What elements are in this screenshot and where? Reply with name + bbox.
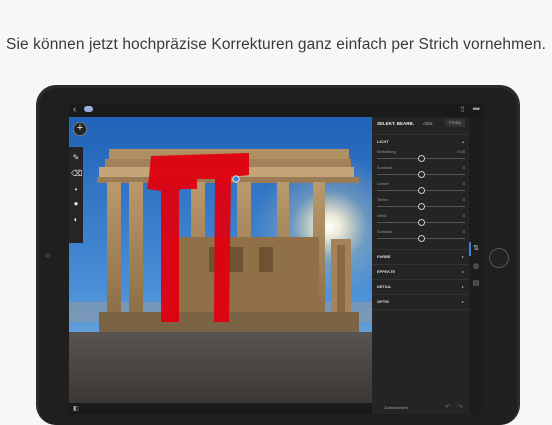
undo-icon[interactable]: ↶ bbox=[445, 403, 451, 411]
active-tool-indicator bbox=[469, 242, 471, 256]
chevron-right-icon[interactable]: ▸ bbox=[462, 269, 464, 274]
section-optics[interactable]: OPTIK bbox=[377, 299, 389, 304]
section-detail[interactable]: DETAIL bbox=[377, 284, 391, 289]
eraser-icon[interactable]: ⌫ bbox=[71, 169, 82, 179]
compare-icon[interactable]: ◧ bbox=[73, 405, 79, 412]
slider-label: Kontrast bbox=[377, 165, 392, 170]
slider-shadows[interactable]: Tiefen 0 bbox=[377, 197, 465, 213]
slider-knob[interactable] bbox=[418, 219, 425, 226]
redo-icon[interactable]: ↷ bbox=[457, 403, 463, 411]
cancel-button[interactable]: Abbr. bbox=[423, 121, 434, 126]
chevron-right-icon[interactable]: ▸ bbox=[462, 299, 464, 304]
panel-header: SELEKT. BEARB. Abbr. Fertig bbox=[372, 119, 469, 131]
slider-knob[interactable] bbox=[418, 235, 425, 242]
slider-value: 0 bbox=[462, 213, 465, 218]
brush-feather-icon[interactable]: ◐ bbox=[71, 215, 81, 225]
photo-image bbox=[69, 117, 372, 404]
sliders-icon[interactable]: ⇅ bbox=[472, 245, 480, 253]
slider-label: Schwarz bbox=[377, 229, 393, 234]
brush-size-small-icon[interactable]: • bbox=[71, 185, 81, 195]
slider-label: Belichtung bbox=[377, 149, 396, 154]
front-camera bbox=[45, 253, 50, 258]
reset-button[interactable]: Zurücksetzen bbox=[384, 405, 408, 410]
slider-contrast[interactable]: Kontrast 0 bbox=[377, 165, 465, 181]
photo-canvas[interactable]: ✎ ⌫ • ● ◐ + ◧ bbox=[69, 117, 372, 414]
slider-exposure[interactable]: Belichtung 0,00 bbox=[377, 149, 465, 165]
edit-tools-strip: ⇅ ◍ ▤ bbox=[469, 117, 484, 414]
done-button[interactable]: Fertig bbox=[445, 119, 465, 127]
section-divider bbox=[372, 264, 469, 265]
slider-value: 0 bbox=[462, 165, 465, 170]
slider-label: Tiefen bbox=[377, 197, 388, 202]
app-screen: ‹ ⇧ ••• ✎ ⌫ • ● ◐ + ◧ SELEKT. BEARB. Abb… bbox=[69, 103, 484, 414]
back-icon[interactable]: ‹ bbox=[73, 104, 76, 115]
chevron-right-icon[interactable]: ▸ bbox=[462, 254, 464, 259]
slider-value: 0 bbox=[462, 197, 465, 202]
photo-erechtheion bbox=[69, 117, 372, 404]
bottom-bar: ◧ bbox=[69, 403, 372, 414]
section-divider bbox=[372, 279, 469, 280]
section-divider bbox=[372, 309, 469, 310]
section-color[interactable]: FARBE bbox=[377, 254, 391, 259]
brush-toolbar: ✎ ⌫ • ● ◐ bbox=[69, 147, 83, 243]
slider-knob[interactable] bbox=[418, 155, 425, 162]
top-bar: ‹ ⇧ ••• bbox=[69, 103, 484, 117]
slider-value: 0 bbox=[462, 229, 465, 234]
slider-label: Weiß bbox=[377, 213, 387, 218]
brush-size-large-icon[interactable]: ● bbox=[71, 199, 81, 209]
slider-whites[interactable]: Weiß 0 bbox=[377, 213, 465, 229]
color-icon[interactable]: ◍ bbox=[472, 263, 480, 271]
header-divider bbox=[372, 134, 469, 135]
panel-title: SELEKT. BEARB. bbox=[377, 121, 415, 126]
slider-knob[interactable] bbox=[418, 171, 425, 178]
slider-knob[interactable] bbox=[418, 203, 425, 210]
more-icon[interactable]: ••• bbox=[473, 104, 481, 114]
chevron-up-icon[interactable]: ▴ bbox=[462, 139, 464, 144]
section-light[interactable]: LICHT bbox=[377, 139, 389, 144]
add-mask-button[interactable]: + bbox=[73, 122, 87, 136]
chevron-right-icon[interactable]: ▸ bbox=[462, 284, 464, 289]
presets-icon[interactable]: ▤ bbox=[472, 280, 480, 288]
app-store-headline: Sie können jetzt hochpräzise Korrekturen… bbox=[6, 36, 546, 53]
cloud-sync-icon[interactable] bbox=[84, 106, 93, 112]
section-divider bbox=[372, 294, 469, 295]
slider-value: 0 bbox=[462, 181, 465, 186]
slider-blacks[interactable]: Schwarz 0 bbox=[377, 229, 465, 245]
slider-value: 0,00 bbox=[457, 149, 465, 154]
slider-highlights[interactable]: Lichter 0 bbox=[377, 181, 465, 197]
slider-knob[interactable] bbox=[418, 187, 425, 194]
section-divider bbox=[372, 249, 469, 250]
selective-edit-panel: SELEKT. BEARB. Abbr. Fertig LICHT ▴ Beli… bbox=[372, 117, 469, 414]
share-icon[interactable]: ⇧ bbox=[459, 105, 466, 114]
section-effects[interactable]: EFFEKTE bbox=[377, 269, 395, 274]
home-button[interactable] bbox=[489, 248, 509, 268]
brush-icon[interactable]: ✎ bbox=[71, 153, 81, 163]
slider-label: Lichter bbox=[377, 181, 390, 186]
